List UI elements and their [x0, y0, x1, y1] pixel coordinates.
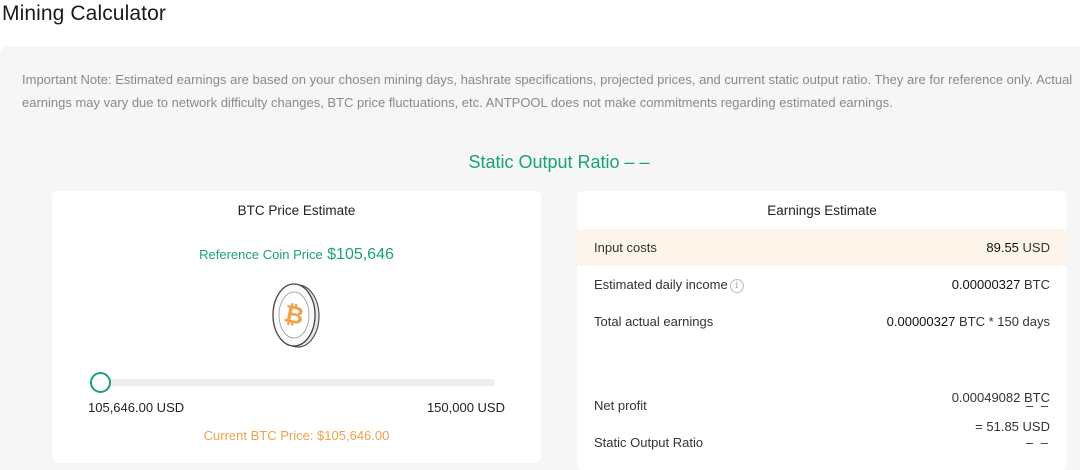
earnings-card-title: Earnings Estimate — [767, 203, 877, 218]
info-icon[interactable]: i — [729, 279, 744, 293]
btc-price-estimate-card: BTC Price Estimate Reference Coin Price … — [52, 191, 541, 463]
bitcoin-coin-icon: ₿ — [272, 283, 320, 348]
calculator-panel: Important Note: Estimated earnings are b… — [0, 46, 1080, 470]
page-title: Mining Calculator — [2, 2, 166, 25]
price-slider-handle[interactable] — [90, 372, 111, 393]
static-ratio-row: Static Output Ratio – – — [577, 424, 1067, 461]
price-slider-track[interactable] — [94, 379, 495, 386]
reference-coin-price: Reference Coin Price $105,646 — [52, 246, 541, 264]
slider-min-label: 105,646.00 USD — [88, 400, 185, 415]
daily-income-value: 0.00000327 BTC — [951, 277, 1050, 292]
daily-income-label: Estimated daily income i — [594, 277, 744, 293]
static-output-ratio-heading: Static Output Ratio – – — [468, 152, 650, 172]
daily-income-row: Estimated daily income i 0.00000327 BTC — [577, 266, 1067, 303]
price-card-title: BTC Price Estimate — [237, 203, 356, 218]
input-costs-label: Input costs — [594, 240, 657, 255]
slider-max-label: 150,000 USD — [426, 400, 505, 415]
reference-price-value: $105,646 — [327, 246, 394, 263]
total-earnings-line1: 0.00000327 BTC * 150 days — [886, 314, 1050, 329]
input-costs-row: Input costs 89.55 USD — [577, 229, 1067, 266]
important-note: Important Note: Estimated earnings are b… — [22, 72, 1073, 110]
input-costs-value: 89.55 USD — [986, 240, 1050, 255]
net-profit-label: Net profit — [594, 398, 647, 413]
reference-price-label: Reference Coin Price — [199, 247, 323, 262]
earnings-estimate-card: Earnings Estimate Input costs 89.55 USD … — [577, 191, 1067, 470]
static-ratio-value: – – — [1025, 435, 1050, 450]
total-earnings-label: Total actual earnings — [594, 314, 714, 329]
static-ratio-label: Static Output Ratio — [594, 435, 704, 450]
current-btc-price: Current BTC Price: $105,646.00 — [203, 428, 390, 443]
total-earnings-row: Total actual earnings 0.00000327 BTC * 1… — [577, 303, 1067, 340]
net-profit-row: Net profit – – — [577, 387, 1067, 424]
net-profit-value: – – — [1025, 398, 1050, 413]
